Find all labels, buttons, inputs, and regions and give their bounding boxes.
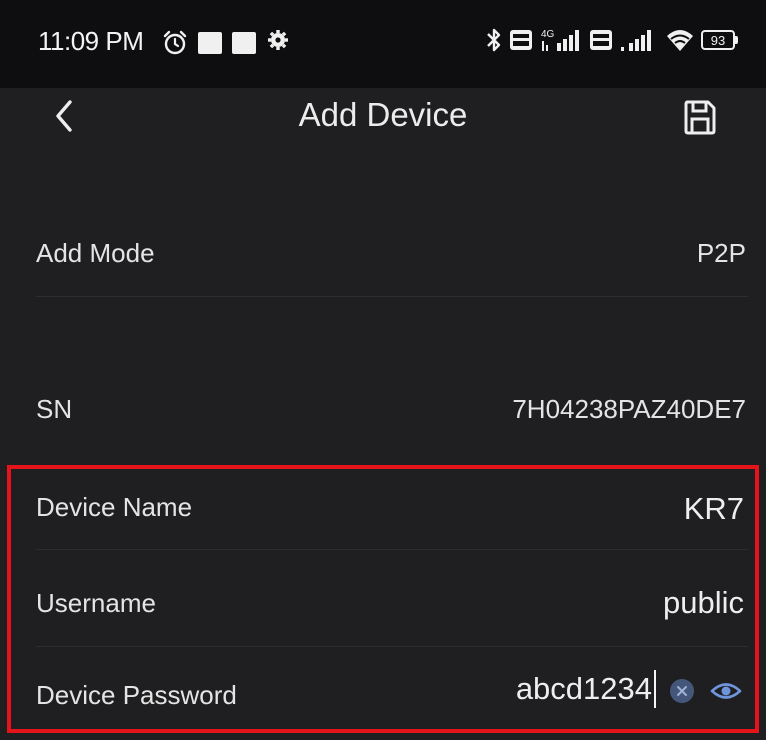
svg-text:4G: 4G — [541, 29, 555, 40]
signal-icon — [619, 27, 659, 53]
alarm-icon — [162, 30, 188, 56]
notification-square-icon — [232, 31, 256, 54]
status-time: 11:09 PM — [38, 26, 144, 56]
notification-square-icon — [198, 31, 222, 54]
battery-level: 93 — [701, 30, 735, 50]
add-mode-row[interactable]: Add Mode P2P — [0, 230, 766, 278]
add-device-screen: 11:09 PM 4G 93 Add Device Add Mode P2P S… — [0, 0, 766, 740]
page-title: Add Device — [298, 96, 468, 133]
sn-row: SN 7H04238PAZ40DE7 — [0, 386, 766, 434]
nav-bar: Add Device — [0, 88, 766, 154]
floppy-disk-icon — [684, 100, 716, 135]
status-left-icons — [162, 28, 290, 57]
volte-icon — [589, 28, 613, 52]
4g-signal-icon: 4G — [539, 27, 583, 53]
volte-icon — [509, 28, 533, 52]
divider — [36, 296, 748, 297]
settings-gear-icon — [266, 28, 290, 57]
status-bar: 11:09 PM 4G 93 — [0, 0, 766, 88]
bluetooth-icon — [485, 26, 503, 54]
sn-value: 7H04238PAZ40DE7 — [512, 394, 746, 424]
wifi-icon — [665, 27, 695, 53]
add-mode-value: P2P — [696, 238, 746, 268]
sn-label: SN — [36, 394, 73, 424]
highlight-box — [7, 465, 759, 733]
add-mode-label: Add Mode — [36, 238, 155, 268]
battery-icon: 93 — [701, 30, 738, 50]
save-button[interactable] — [682, 98, 718, 136]
status-right-icons: 4G 93 — [485, 26, 738, 54]
